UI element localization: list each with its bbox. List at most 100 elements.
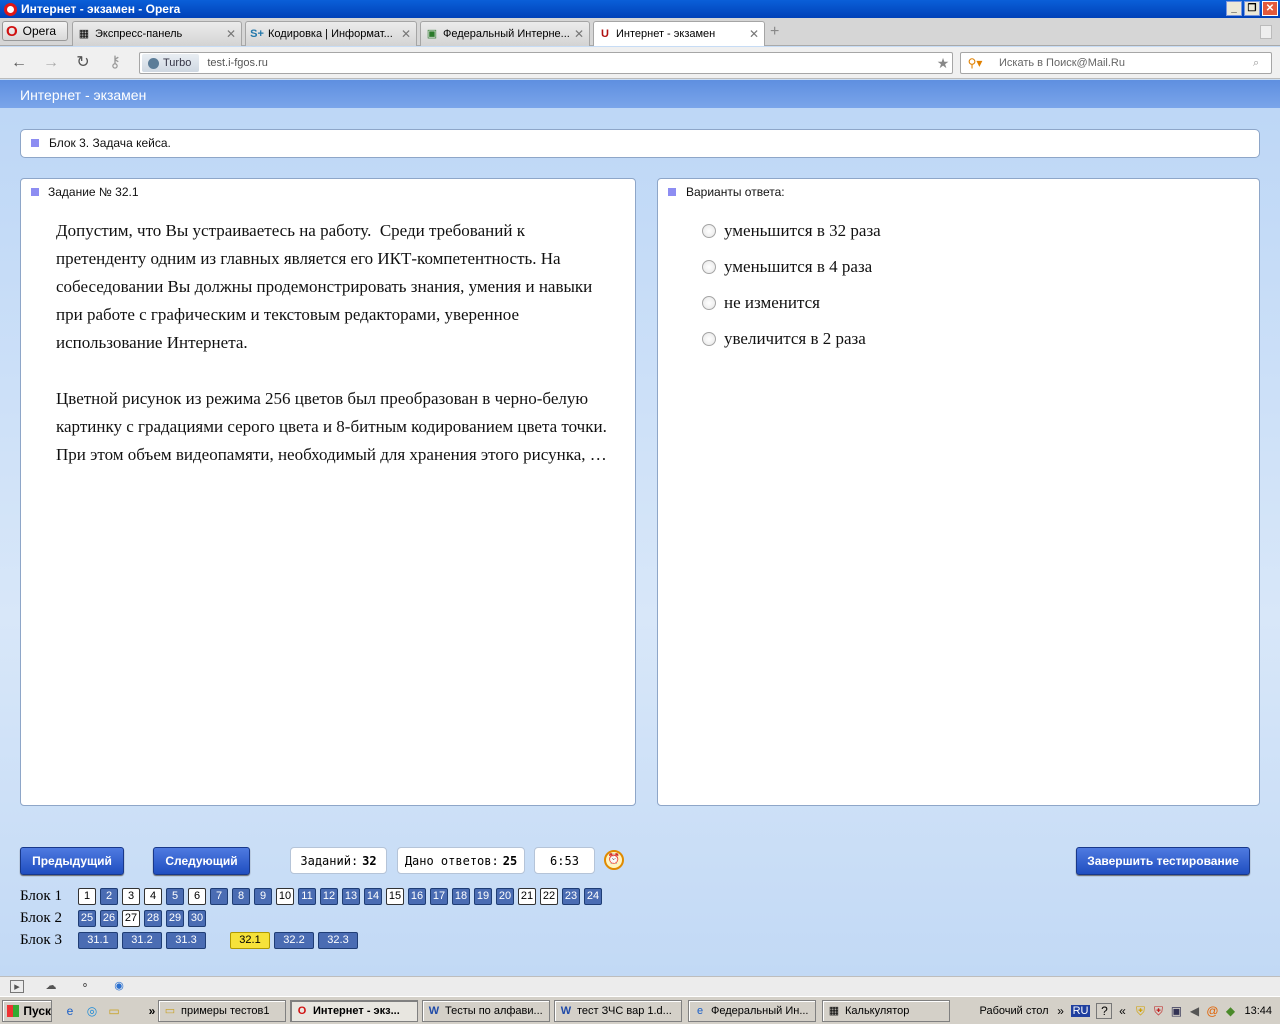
question-nav-button[interactable]: 11	[298, 887, 316, 905]
close-tab-icon[interactable]: ✕	[400, 27, 412, 41]
folder-icon: ▭	[164, 1005, 176, 1017]
taskbar-button-federal[interactable]: e Федеральный Ин...	[688, 1000, 816, 1022]
question-nav-button[interactable]: 9	[254, 887, 272, 905]
radio-button[interactable]	[702, 296, 716, 310]
question-nav-button[interactable]: 21	[518, 887, 536, 905]
search-icon[interactable]: ⌕	[1253, 57, 1271, 70]
tab-kodirovka[interactable]: S+ Кодировка | Информат... ✕	[245, 21, 417, 46]
question-nav-button[interactable]: 19	[474, 887, 492, 905]
taskbar-button-zchs[interactable]: W тест ЗЧС вар 1.d...	[554, 1000, 682, 1022]
question-nav-button[interactable]: 31.1	[78, 931, 118, 949]
question-nav-button[interactable]: 28	[144, 909, 162, 927]
restore-button[interactable]: ❐	[1244, 1, 1260, 16]
calculator-icon: ▦	[828, 1005, 840, 1017]
ie-icon[interactable]: e	[62, 1003, 78, 1019]
taskbar-button-examples[interactable]: ▭ примеры тестов1	[158, 1000, 286, 1022]
question-nav-button[interactable]: 4	[144, 887, 162, 905]
close-tab-icon[interactable]: ✕	[573, 27, 585, 41]
radio-button[interactable]	[702, 260, 716, 274]
question-nav-button[interactable]: 26	[100, 909, 118, 927]
question-nav-button[interactable]: 10	[276, 887, 294, 905]
address-field[interactable]: Turbo test.i-fgos.ru ★	[139, 52, 953, 74]
question-nav-button[interactable]: 7	[210, 887, 228, 905]
question-nav-button[interactable]: 22	[540, 887, 558, 905]
question-nav-button[interactable]: 29	[166, 909, 184, 927]
mail-agent-icon[interactable]: @	[1204, 1004, 1220, 1018]
trash-icon[interactable]	[1260, 25, 1272, 39]
question-nav-button[interactable]: 25	[78, 909, 96, 927]
answer-option[interactable]: уменьшится в 32 раза	[702, 219, 881, 243]
search-input[interactable]: ⚲▾ Искать в Поиск@Mail.Ru ⌕	[960, 52, 1272, 74]
question-nav-button[interactable]: 23	[562, 887, 580, 905]
taskbar-button-calculator[interactable]: ▦ Калькулятор	[822, 1000, 950, 1022]
question-nav-button[interactable]: 6	[188, 887, 206, 905]
answer-option[interactable]: уменьшится в 4 раза	[702, 255, 872, 279]
toolbar-expand-icon[interactable]: »	[1053, 1004, 1069, 1018]
question-nav-button[interactable]: 5	[166, 887, 184, 905]
question-nav-button[interactable]: 18	[452, 887, 470, 905]
url-text[interactable]: test.i-fgos.ru	[207, 57, 934, 69]
reload-icon[interactable]: ↻	[74, 54, 92, 72]
opera-menu-button[interactable]: O Opera	[2, 21, 68, 41]
question-nav-button[interactable]: 20	[496, 887, 514, 905]
question-nav-button[interactable]: 32.1	[230, 931, 270, 949]
next-button[interactable]: Следующий	[153, 847, 250, 875]
desktop-toolbar-label[interactable]: Рабочий стол	[980, 1005, 1049, 1017]
window-title-bar: Интернет - экзамен - Opera _ ❐ ✕	[0, 0, 1280, 18]
question-nav-button[interactable]: 2	[100, 887, 118, 905]
radio-button[interactable]	[702, 332, 716, 346]
tab-federal[interactable]: ▣ Федеральный Интерне... ✕	[420, 21, 590, 46]
turbo-button[interactable]: Turbo	[142, 54, 200, 72]
question-nav-button[interactable]: 31.3	[166, 931, 206, 949]
taskbar-button-tests[interactable]: W Тесты по алфави...	[422, 1000, 550, 1022]
new-tab-icon[interactable]: +	[770, 23, 779, 41]
folder-icon[interactable]: ▭	[106, 1003, 122, 1019]
back-arrow-icon[interactable]: ←	[10, 54, 28, 72]
previous-button[interactable]: Предыдущий	[20, 847, 124, 875]
question-nav-button[interactable]: 24	[584, 887, 602, 905]
question-nav-button[interactable]: 17	[430, 887, 448, 905]
volume-icon[interactable]: ◀	[1186, 1004, 1202, 1018]
language-indicator[interactable]: RU	[1070, 1005, 1091, 1017]
unite-cloud-icon[interactable]: ☁	[44, 980, 58, 993]
answer-option[interactable]: увеличится в 2 раза	[702, 327, 866, 351]
bookmark-star-icon[interactable]: ★	[934, 55, 952, 72]
start-button[interactable]: Пуск	[2, 1000, 52, 1022]
question-nav-button[interactable]: 13	[342, 887, 360, 905]
share-icon[interactable]: ⚬	[78, 980, 92, 993]
question-nav-button[interactable]: 3	[122, 887, 140, 905]
network-icon[interactable]: ▣	[1168, 1004, 1184, 1018]
question-nav-button[interactable]: 1	[78, 887, 96, 905]
tab-express-panel[interactable]: ▦ Экспресс-панель ✕	[72, 21, 242, 46]
panel-toggle-icon[interactable]: ▸	[10, 980, 24, 993]
question-nav-button[interactable]: 27	[122, 909, 140, 927]
close-tab-icon[interactable]: ✕	[748, 27, 760, 41]
forward-arrow-icon[interactable]: →	[42, 54, 60, 72]
help-icon[interactable]: ?	[1096, 1003, 1113, 1019]
radio-button[interactable]	[702, 224, 716, 238]
question-nav-button[interactable]: 15	[386, 887, 404, 905]
tray-app-icon[interactable]: ◆	[1222, 1004, 1238, 1018]
key-icon[interactable]: ⚷	[106, 54, 124, 72]
minimize-button[interactable]: _	[1226, 1, 1242, 16]
finish-test-button[interactable]: Завершить тестирование	[1076, 847, 1250, 875]
question-nav-button[interactable]: 32.2	[274, 931, 314, 949]
search-engine-icon[interactable]: ⚲▾	[961, 56, 989, 70]
question-nav-button[interactable]: 14	[364, 887, 382, 905]
question-nav-button[interactable]: 12	[320, 887, 338, 905]
close-tab-icon[interactable]: ✕	[225, 27, 237, 41]
browser-quicklaunch-icon[interactable]: ◎	[84, 1003, 100, 1019]
question-nav-button[interactable]: 30	[188, 909, 206, 927]
shield-icon[interactable]: ⛨	[1132, 1004, 1148, 1019]
close-window-button[interactable]: ✕	[1262, 1, 1278, 16]
tray-expand-icon[interactable]: «	[1114, 1004, 1130, 1018]
turbo-status-icon[interactable]: ◉	[112, 980, 126, 993]
tab-internet-exam[interactable]: U Интернет - экзамен ✕	[593, 21, 765, 46]
question-nav-button[interactable]: 31.2	[122, 931, 162, 949]
question-nav-button[interactable]: 32.3	[318, 931, 358, 949]
question-nav-button[interactable]: 8	[232, 887, 250, 905]
taskbar-button-opera[interactable]: O Интернет - экз...	[290, 1000, 418, 1022]
antivirus-icon[interactable]: ⛨	[1150, 1004, 1166, 1019]
answer-option[interactable]: не изменится	[702, 291, 820, 315]
question-nav-button[interactable]: 16	[408, 887, 426, 905]
